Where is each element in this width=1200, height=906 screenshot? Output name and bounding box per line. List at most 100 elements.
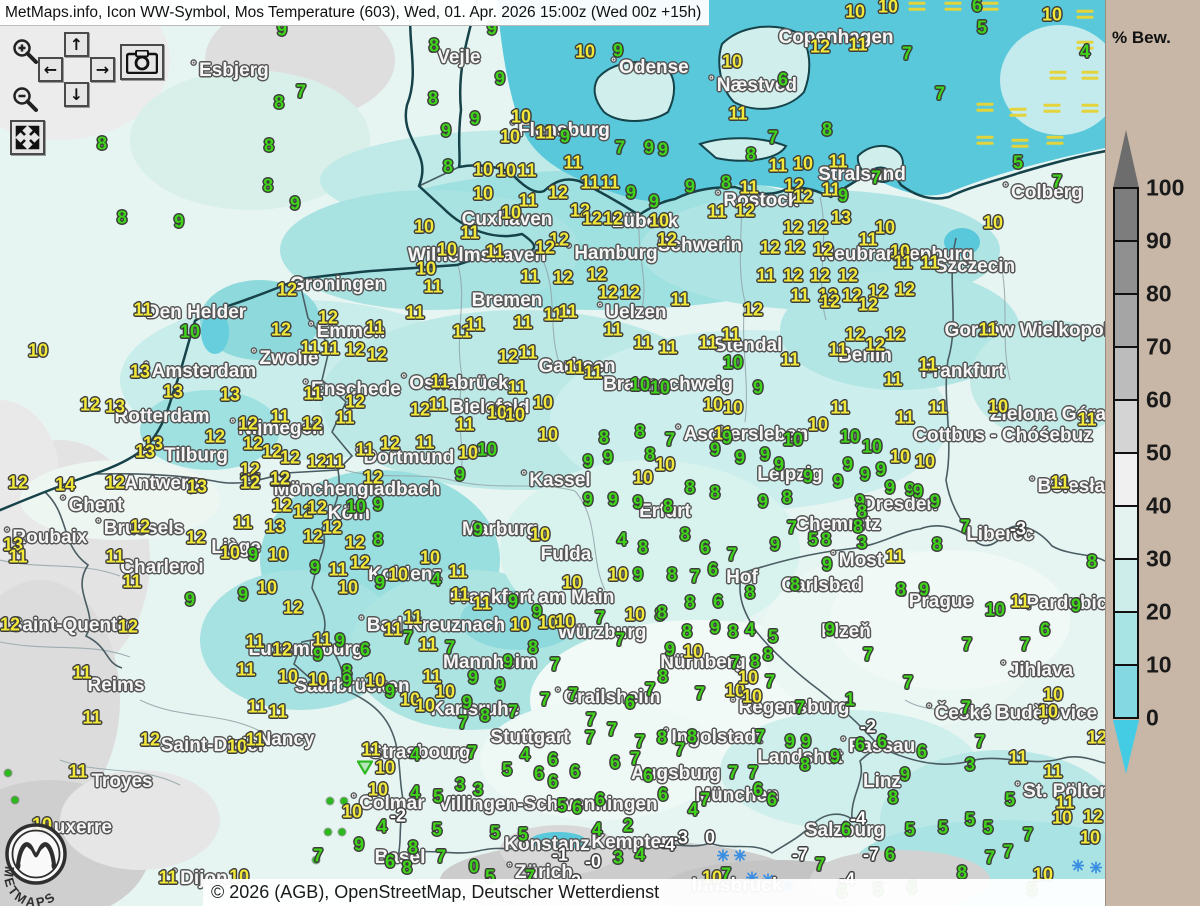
temperature-value: 7 (615, 138, 625, 159)
fullscreen-button[interactable] (10, 120, 45, 155)
mist-symbol-icon (1050, 68, 1067, 83)
temperature-value: 1 (845, 690, 855, 711)
temperature-value: 4 (745, 620, 755, 641)
temperature-value: 11 (895, 408, 914, 429)
temperature-value: 8 (685, 593, 695, 614)
temperature-value: 10 (375, 758, 395, 779)
temperature-value: 10 (683, 642, 703, 663)
temperature-value: 10 (501, 203, 521, 224)
temperature-value: 11 (848, 35, 867, 56)
temperature-value: 11 (563, 153, 582, 174)
temperature-value: 12 (318, 308, 338, 329)
city-label: °České Budějovice (927, 701, 1097, 725)
temperature-value: 8 (528, 638, 538, 659)
temperature-value: 11 (885, 547, 904, 568)
temperature-value: 11 (465, 315, 484, 336)
temperature-value: 11 (583, 363, 602, 384)
temperature-value: 12 (243, 434, 263, 455)
temperature-value: 11 (603, 320, 622, 341)
temperature-value: 4 (1080, 42, 1090, 63)
temperature-value: 11 (233, 513, 252, 534)
temperature-value: 9 (455, 465, 465, 486)
legend-color-segment (1113, 665, 1139, 718)
temperature-value: 11 (133, 300, 152, 321)
pan-down-button[interactable]: ↓ (64, 82, 89, 107)
temperature-value: 13 (163, 382, 183, 403)
temperature-value: 7 (768, 128, 778, 149)
city-label: Fulda (541, 544, 592, 566)
city-label: °Prague (901, 589, 973, 613)
temperature-value: 6 (713, 592, 723, 613)
pan-left-button[interactable]: ← (38, 57, 63, 82)
mist-symbol-icon (945, 0, 962, 13)
temperature-value: 12 (1087, 728, 1107, 749)
temperature-value: 10 (562, 573, 582, 594)
legend-tick-label: 0 (1146, 705, 1198, 732)
city-label: °Ghent (61, 493, 124, 517)
pan-right-button[interactable]: → (90, 57, 115, 82)
temperature-value: 9 (503, 652, 513, 673)
temperature-value: 8 (373, 530, 383, 551)
temperature-value: 9 (185, 590, 195, 611)
temperature-value: 9 (649, 192, 659, 213)
temperature-value: 9 (508, 592, 518, 613)
legend-tick-label: 70 (1146, 334, 1198, 361)
drizzle-symbol-icon (12, 797, 19, 804)
mist-symbol-icon (909, 0, 926, 13)
temperature-value: 4 (431, 570, 441, 591)
pan-up-button[interactable]: ↑ (64, 32, 89, 57)
temperature-value: 12 (785, 238, 805, 259)
arrow-up-icon: ↑ (70, 35, 83, 54)
temperature-value: 12 (238, 414, 258, 435)
temperature-value: 4 (520, 745, 530, 766)
temperature-value: 11 (365, 318, 384, 339)
map-canvas[interactable]: °Vejle°Esbjerg°Odense°NæstvedCopenhagen°… (0, 0, 1105, 906)
temperature-value: 3 (857, 533, 867, 554)
arrow-left-icon: ← (44, 60, 57, 79)
temperature-value: 13 (105, 397, 125, 418)
temperature-value: 12 (548, 183, 568, 204)
temperature-value: 5 (433, 787, 443, 808)
temperature-value: 12 (810, 37, 830, 58)
temperature-value: 7 (727, 545, 737, 566)
temperature-value: 8 (97, 134, 107, 155)
temperature-value: 9 (633, 493, 643, 514)
temperature-value: 10 (608, 565, 628, 586)
temperature-value: 8 (657, 728, 667, 749)
zoom-in-button[interactable] (10, 36, 40, 66)
temperature-value: 12 (810, 266, 830, 287)
temperature-value: 11 (520, 267, 539, 288)
temperature-value: 10 (793, 154, 813, 175)
legend-color-segment (1113, 506, 1139, 559)
temperature-value: 8 (658, 667, 668, 688)
temperature-value: 11 (383, 620, 402, 641)
temperature-value: 10 (723, 353, 743, 374)
temperature-value: 10 (845, 2, 865, 23)
temperature-value: 11 (1010, 592, 1029, 613)
temperature-value: 12 (345, 533, 365, 554)
temperature-value: 9 (770, 535, 780, 556)
temperature-value: 6 (753, 780, 763, 801)
temperature-value: 9 (583, 490, 593, 511)
temperature-value: 9 (375, 573, 385, 594)
camera-button[interactable] (120, 44, 164, 80)
temperature-value: -0 (585, 852, 601, 873)
temperature-value: 7 (403, 628, 413, 649)
temperature-value: 11 (448, 562, 467, 583)
metmaps-logo[interactable]: METMAPS (2, 816, 80, 906)
attribution-bar[interactable]: © 2026 (AGB), OpenStreetMap, Deutscher W… (203, 879, 1105, 906)
temperature-value: 6 (572, 798, 582, 819)
temperature-value: 9 (441, 121, 451, 142)
temperature-value: 11 (270, 407, 289, 428)
temperature-value: 10 (555, 612, 575, 633)
zoom-out-button[interactable] (10, 84, 40, 114)
temperature-value: 10 (1042, 5, 1062, 26)
temperature-value: 5 (983, 818, 993, 839)
temperature-value: 12 (410, 400, 430, 421)
temperature-value: 7 (690, 567, 700, 588)
legend-tick-line (1113, 505, 1139, 507)
city-label: Cottbus - Chóśebuz (913, 425, 1092, 447)
temperature-value: 12 (743, 300, 763, 321)
city-label: Luxembourg (248, 639, 363, 661)
mist-symbol-icon (1044, 101, 1061, 116)
